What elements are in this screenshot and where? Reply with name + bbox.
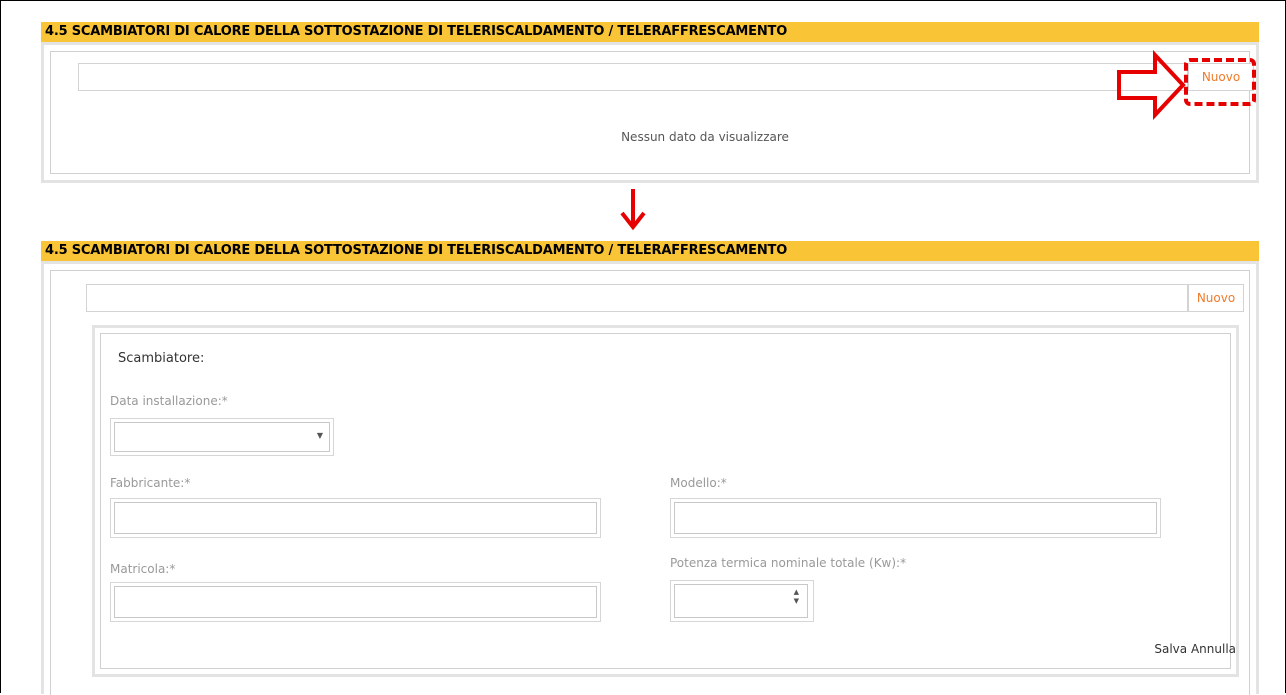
matricola-label: Matricola:* [110,562,176,576]
form-heading: Scambiatore: [118,351,205,366]
modello-label: Modello:* [670,476,727,490]
save-button[interactable]: Salva [1154,642,1187,656]
form-actions: Salva Annulla [1154,642,1236,656]
matricola-input-box[interactable] [114,586,597,618]
caret-down-icon[interactable]: ▼ [317,431,323,440]
grid-toolbar [78,63,1188,91]
fabbricante-label: Fabbricante:* [110,476,191,490]
fabbricante-input[interactable] [115,503,596,533]
section-header: 4.5 SCAMBIATORI DI CALORE DELLA SOTTOSTA… [41,241,1259,261]
red-outline-arrow-right-icon [1117,50,1186,120]
matricola-input[interactable] [115,587,596,617]
modello-input[interactable] [675,503,1156,533]
spinner-icon[interactable]: ▲ ▼ [794,588,799,606]
potenza-spinner[interactable]: ▲ ▼ [674,584,808,618]
highlight-dashed-box [1184,58,1256,106]
data-installazione-label: Data installazione:* [110,394,228,408]
data-installazione-dropdown[interactable]: ▼ [110,418,334,456]
potenza-input[interactable] [675,585,807,617]
empty-message: Nessun dato da visualizzare [621,130,789,144]
red-arrow-down-icon [620,189,646,231]
section-header: 4.5 SCAMBIATORI DI CALORE DELLA SOTTOSTA… [41,22,1259,42]
fabbricante-field[interactable] [110,498,601,538]
potenza-field[interactable]: ▲ ▼ [670,580,814,622]
data-installazione-input[interactable] [115,423,329,451]
fabbricante-input-box[interactable] [114,502,597,534]
grid-toolbar [86,284,1188,312]
modello-field[interactable] [670,498,1161,538]
data-installazione-select[interactable]: ▼ [114,422,330,452]
modello-input-box[interactable] [674,502,1157,534]
cancel-button[interactable]: Annulla [1191,642,1236,656]
matricola-field[interactable] [110,582,601,622]
potenza-label: Potenza termica nominale totale (Kw):* [670,556,907,570]
new-button[interactable]: Nuovo [1188,284,1244,312]
